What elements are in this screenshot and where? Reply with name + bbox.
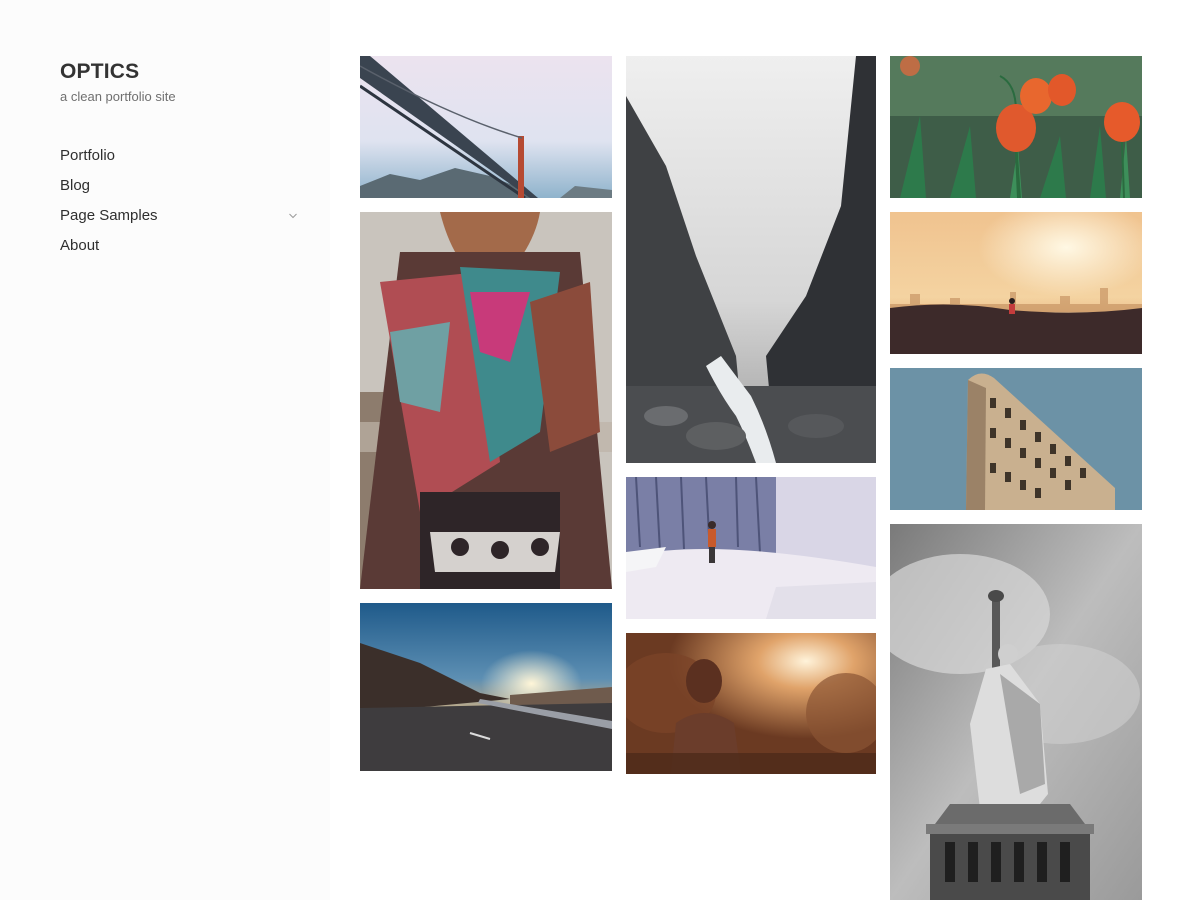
- gallery-tile-misty-canyon[interactable]: [626, 56, 876, 463]
- snowy-forest-image: [626, 477, 876, 619]
- gallery-tile-tulips[interactable]: [890, 56, 1142, 198]
- canyon-image: [626, 56, 876, 463]
- gallery-tile-statue-of-liberty[interactable]: [890, 524, 1142, 900]
- tulips-image: [890, 56, 1142, 198]
- portfolio-gallery: [0, 0, 1200, 900]
- gallery-tile-mountain-road[interactable]: [360, 603, 612, 771]
- gallery-tile-snowy-forest[interactable]: [626, 477, 876, 619]
- gallery-tile-sunset-woman[interactable]: [626, 633, 876, 774]
- gallery-tile-city-sunrise[interactable]: [890, 212, 1142, 354]
- poncho-image: [360, 212, 612, 589]
- sunset-woman-image: [626, 633, 876, 774]
- gallery-tile-woman-poncho[interactable]: [360, 212, 612, 589]
- bridge-image: [360, 56, 612, 198]
- statue-of-liberty-image: [890, 524, 1142, 900]
- flatiron-image: [890, 368, 1142, 510]
- mountain-road-image: [360, 603, 612, 771]
- city-sunrise-image: [890, 212, 1142, 354]
- gallery-tile-flatiron-building[interactable]: [890, 368, 1142, 510]
- gallery-tile-golden-gate-bridge[interactable]: [360, 56, 612, 198]
